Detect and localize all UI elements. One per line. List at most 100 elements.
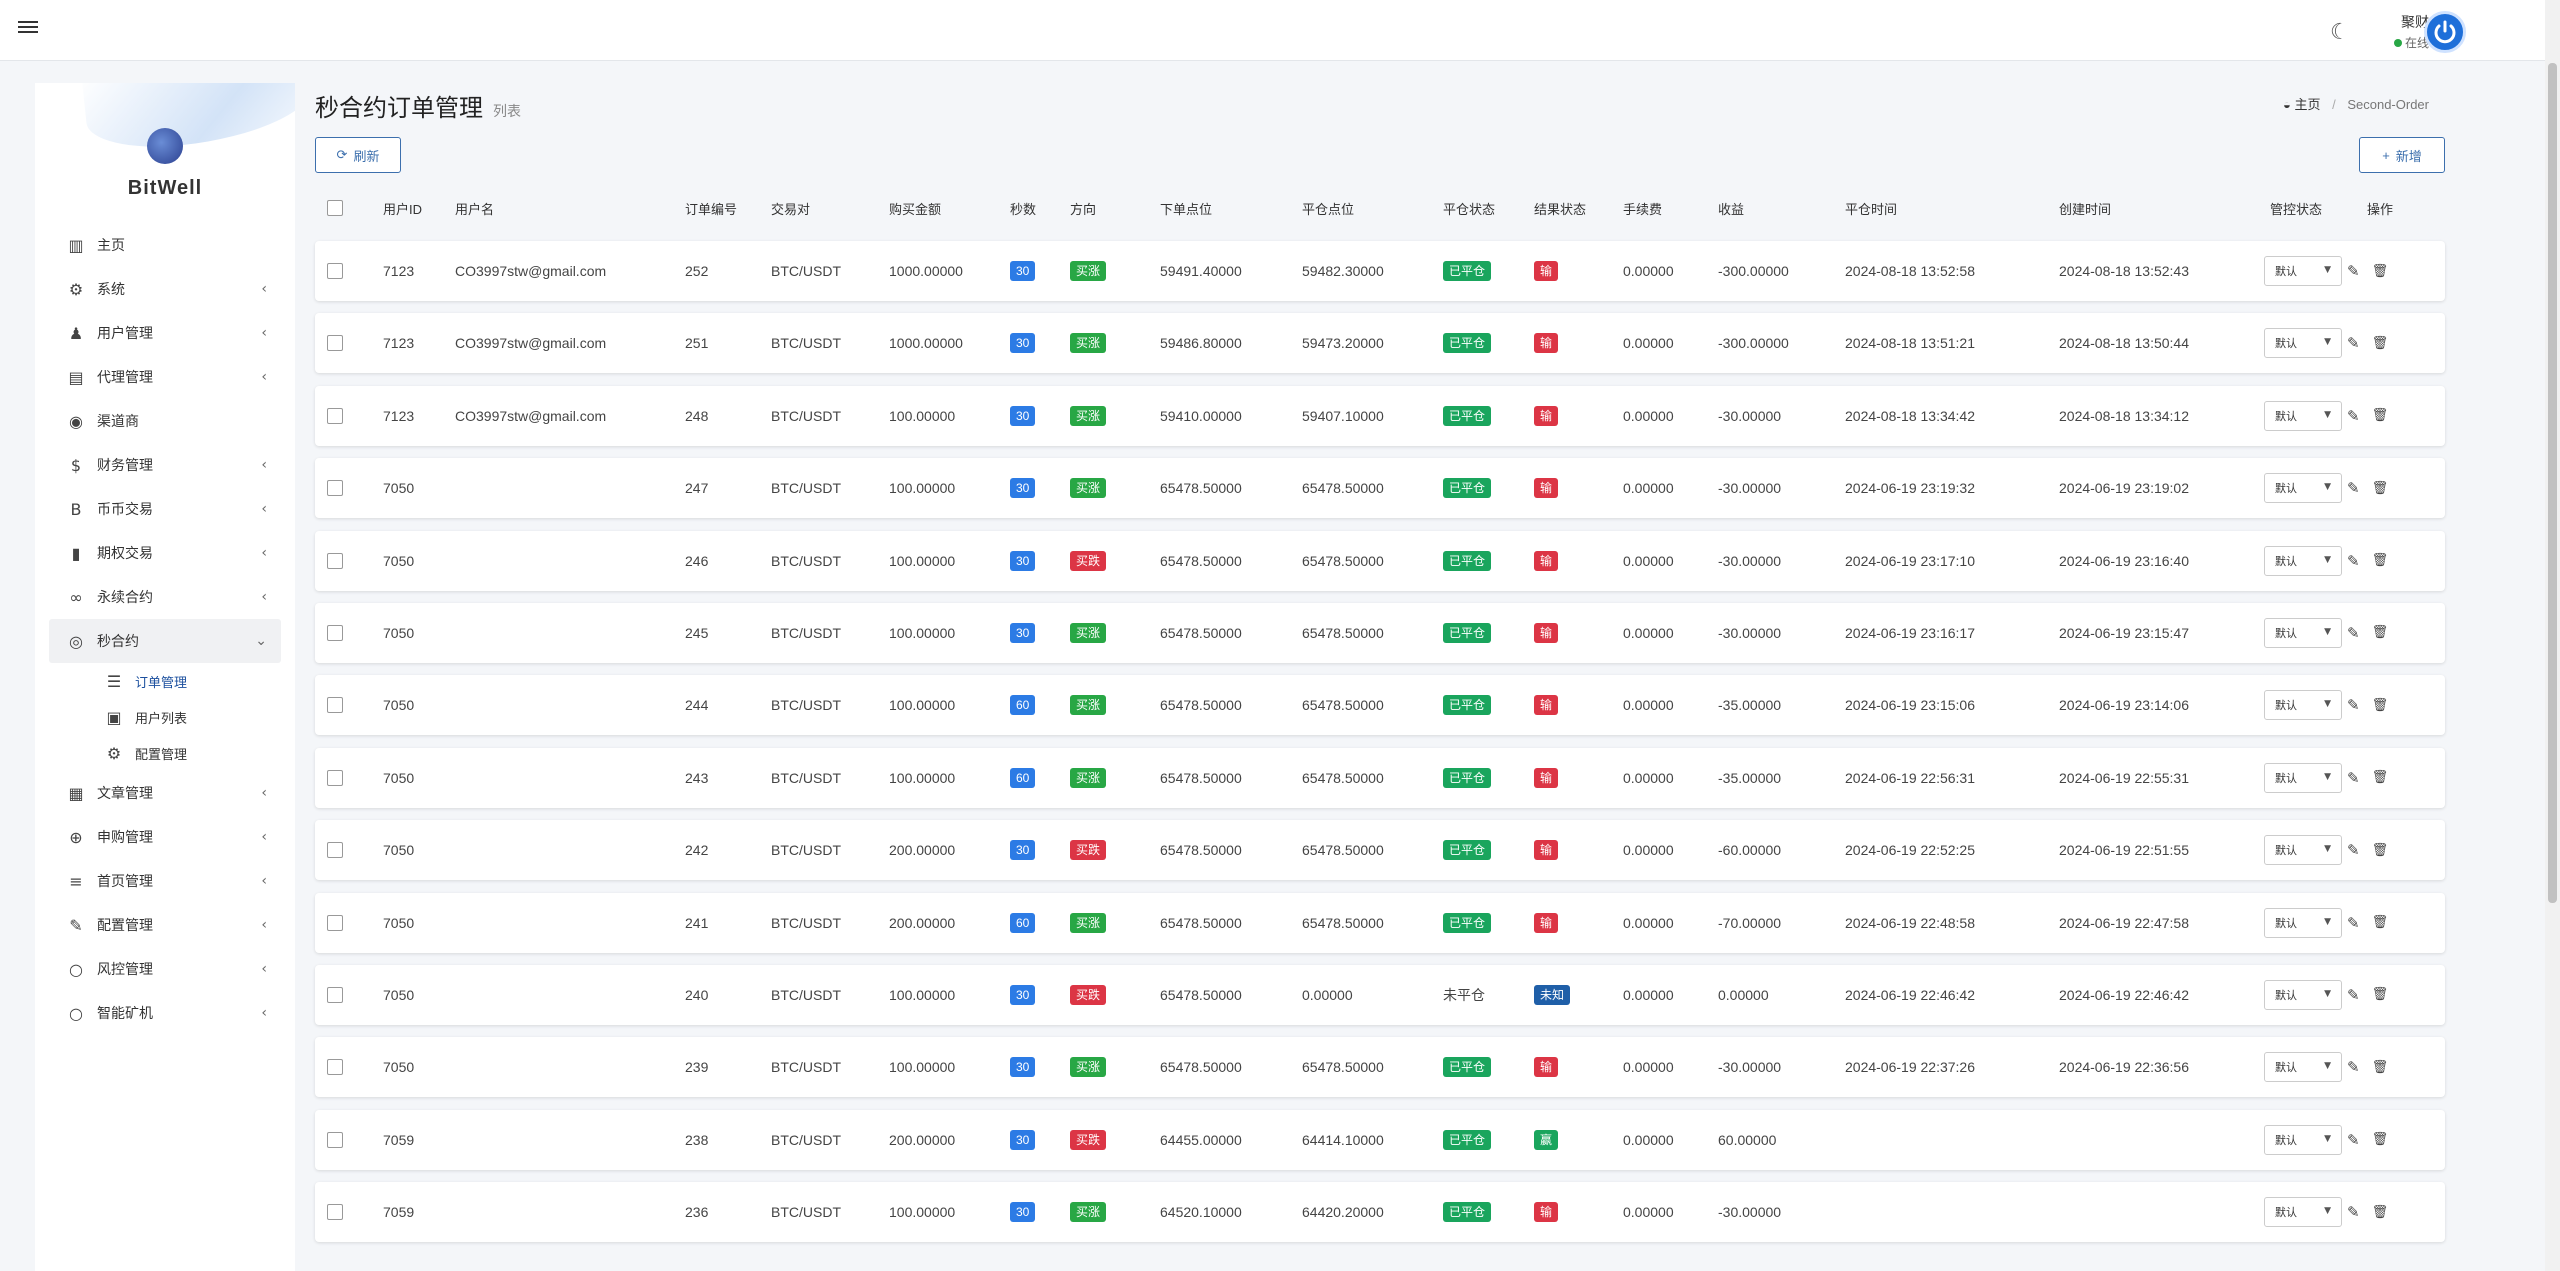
- sidebar-item-sub-1[interactable]: ▣ 用户列表: [49, 699, 281, 735]
- control-state-select[interactable]: 默认 ▼: [2264, 1052, 2342, 1083]
- page-scrollbar[interactable]: [2545, 0, 2560, 1271]
- hamburger-menu-icon[interactable]: [18, 18, 38, 38]
- edit-icon[interactable]: ✎: [2347, 1131, 2360, 1149]
- column-header[interactable]: 交易对: [771, 187, 810, 229]
- trash-icon[interactable]: 🗑: [2372, 553, 2389, 568]
- table-row[interactable]: 7050 245 BTC/USDT 100.00000 30 买涨 65478.50000 6…: [315, 602, 2445, 663]
- control-state-select[interactable]: 默认 ▼: [2264, 1197, 2342, 1228]
- column-header[interactable]: 用户ID: [383, 187, 422, 229]
- sidebar-item-main-2[interactable]: ♟ 用户管理 ‹: [49, 311, 281, 355]
- trash-icon[interactable]: 🗑: [2372, 843, 2389, 858]
- edit-icon[interactable]: ✎: [2347, 262, 2360, 280]
- row-checkbox[interactable]: [327, 769, 343, 786]
- sidebar-item-after-1[interactable]: ⊕ 申购管理 ‹: [49, 815, 281, 859]
- column-header[interactable]: 购买金额: [889, 187, 941, 229]
- trash-icon[interactable]: 🗑: [2372, 770, 2389, 785]
- table-row[interactable]: 7050 244 BTC/USDT 100.00000 60 买涨 65478.50000 6…: [315, 675, 2445, 736]
- sidebar-item-main-3[interactable]: ▤ 代理管理 ‹: [49, 355, 281, 399]
- edit-icon[interactable]: ✎: [2347, 552, 2360, 570]
- table-row[interactable]: 7050 239 BTC/USDT 100.00000 30 买涨 65478.50000 6…: [315, 1037, 2445, 1098]
- trash-icon[interactable]: 🗑: [2372, 481, 2389, 496]
- sidebar-item-after-3[interactable]: ✎ 配置管理 ‹: [49, 903, 281, 947]
- edit-icon[interactable]: ✎: [2347, 624, 2360, 642]
- table-row[interactable]: 7050 241 BTC/USDT 200.00000 60 买涨 65478.50000 6…: [315, 892, 2445, 953]
- row-checkbox[interactable]: [327, 1059, 343, 1076]
- control-state-select[interactable]: 默认 ▼: [2264, 545, 2342, 576]
- column-header[interactable]: 操作: [2367, 187, 2393, 229]
- trash-icon[interactable]: 🗑: [2372, 625, 2389, 640]
- sidebar-item-after-4[interactable]: ○ 风控管理 ‹: [49, 947, 281, 991]
- table-row[interactable]: 7050 240 BTC/USDT 100.00000 30 买跌 65478.50000 0…: [315, 964, 2445, 1025]
- column-header[interactable]: 平仓点位: [1302, 187, 1354, 229]
- edit-icon[interactable]: ✎: [2347, 696, 2360, 714]
- control-state-select[interactable]: 默认 ▼: [2264, 979, 2342, 1010]
- row-checkbox[interactable]: [327, 914, 343, 931]
- column-header[interactable]: 管控状态: [2270, 187, 2322, 229]
- row-checkbox[interactable]: [327, 697, 343, 714]
- sidebar-item-main-5[interactable]: $ 财务管理 ‹: [49, 443, 281, 487]
- scrollbar-thumb[interactable]: [2548, 63, 2557, 903]
- trash-icon[interactable]: 🗑: [2372, 1132, 2389, 1147]
- select-all-checkbox[interactable]: [327, 200, 343, 216]
- control-state-select[interactable]: 默认 ▼: [2264, 1124, 2342, 1155]
- table-row[interactable]: 7050 242 BTC/USDT 200.00000 30 买跌 65478.50000 6…: [315, 820, 2445, 881]
- edit-icon[interactable]: ✎: [2347, 841, 2360, 859]
- column-header[interactable]: 下单点位: [1160, 187, 1212, 229]
- table-row[interactable]: 7123 CO3997stw@gmail.com 252 BTC/USDT 1000.0…: [315, 241, 2445, 301]
- trash-icon[interactable]: 🗑: [2372, 987, 2389, 1002]
- trash-icon[interactable]: 🗑: [2372, 336, 2389, 351]
- trash-icon[interactable]: 🗑: [2372, 1205, 2389, 1220]
- edit-icon[interactable]: ✎: [2347, 407, 2360, 425]
- sidebar-item-main-9[interactable]: ◎ 秒合约 ⌄: [49, 619, 281, 663]
- sidebar-item-main-6[interactable]: B 币币交易 ‹: [49, 487, 281, 531]
- edit-icon[interactable]: ✎: [2347, 914, 2360, 932]
- column-header[interactable]: 手续费: [1623, 187, 1662, 229]
- column-header[interactable]: 方向: [1070, 187, 1096, 229]
- sidebar-item-after-0[interactable]: ▦ 文章管理 ‹: [49, 771, 281, 815]
- control-state-select[interactable]: 默认 ▼: [2264, 256, 2342, 286]
- sidebar-item-sub-2[interactable]: ⚙ 配置管理: [49, 735, 281, 771]
- table-row[interactable]: 7059 236 BTC/USDT 100.00000 30 买涨 64520.10000 6…: [315, 1182, 2445, 1243]
- edit-icon[interactable]: ✎: [2347, 1058, 2360, 1076]
- edit-icon[interactable]: ✎: [2347, 479, 2360, 497]
- sidebar-item-main-0[interactable]: ▥ 主页: [49, 223, 281, 267]
- breadcrumb-home[interactable]: ◒ 主页: [2283, 97, 2321, 112]
- row-checkbox[interactable]: [327, 986, 343, 1003]
- column-header[interactable]: 收益: [1718, 187, 1744, 229]
- column-header[interactable]: 平仓状态: [1443, 187, 1495, 229]
- column-header[interactable]: 平仓时间: [1845, 187, 1897, 229]
- column-header[interactable]: 秒数: [1010, 187, 1036, 229]
- row-checkbox[interactable]: [327, 263, 343, 279]
- avatar[interactable]: [2424, 11, 2466, 53]
- sidebar-item-main-7[interactable]: ▮ 期权交易 ‹: [49, 531, 281, 575]
- column-header[interactable]: 订单编号: [685, 187, 737, 229]
- dark-mode-moon-icon[interactable]: ☾: [2330, 20, 2350, 45]
- row-checkbox[interactable]: [327, 1204, 343, 1221]
- column-header[interactable]: 用户名: [455, 187, 494, 229]
- sidebar-item-main-4[interactable]: ◉ 渠道商: [49, 399, 281, 443]
- column-header[interactable]: 创建时间: [2059, 187, 2111, 229]
- row-checkbox[interactable]: [327, 842, 343, 859]
- control-state-select[interactable]: 默认 ▼: [2264, 762, 2342, 793]
- row-checkbox[interactable]: [327, 335, 343, 352]
- control-state-select[interactable]: 默认 ▼: [2264, 907, 2342, 938]
- row-checkbox[interactable]: [327, 552, 343, 569]
- user-info[interactable]: 聚财 在线: [2385, 12, 2429, 51]
- row-checkbox[interactable]: [327, 407, 343, 424]
- row-checkbox[interactable]: [327, 624, 343, 641]
- edit-icon[interactable]: ✎: [2347, 334, 2360, 352]
- control-state-select[interactable]: 默认 ▼: [2264, 835, 2342, 866]
- row-checkbox[interactable]: [327, 1131, 343, 1148]
- control-state-select[interactable]: 默认 ▼: [2264, 690, 2342, 721]
- table-row[interactable]: 7050 243 BTC/USDT 100.00000 60 买涨 65478.50000 6…: [315, 747, 2445, 808]
- sidebar-item-after-2[interactable]: ≡ 首页管理 ‹: [49, 859, 281, 903]
- sidebar-item-sub-0[interactable]: ☰ 订单管理: [49, 663, 281, 699]
- refresh-button[interactable]: ⟳ 刷新: [315, 137, 401, 173]
- trash-icon[interactable]: 🗑: [2372, 264, 2389, 279]
- column-header[interactable]: 结果状态: [1534, 187, 1586, 229]
- table-row[interactable]: 7050 247 BTC/USDT 100.00000 30 买涨 65478.50000 6…: [315, 458, 2445, 519]
- control-state-select[interactable]: 默认 ▼: [2264, 617, 2342, 648]
- edit-icon[interactable]: ✎: [2347, 1203, 2360, 1221]
- table-row[interactable]: 7123 CO3997stw@gmail.com 248 BTC/USDT 100.00…: [315, 385, 2445, 446]
- table-row[interactable]: 7059 238 BTC/USDT 200.00000 30 买跌 64455.00000 6…: [315, 1109, 2445, 1170]
